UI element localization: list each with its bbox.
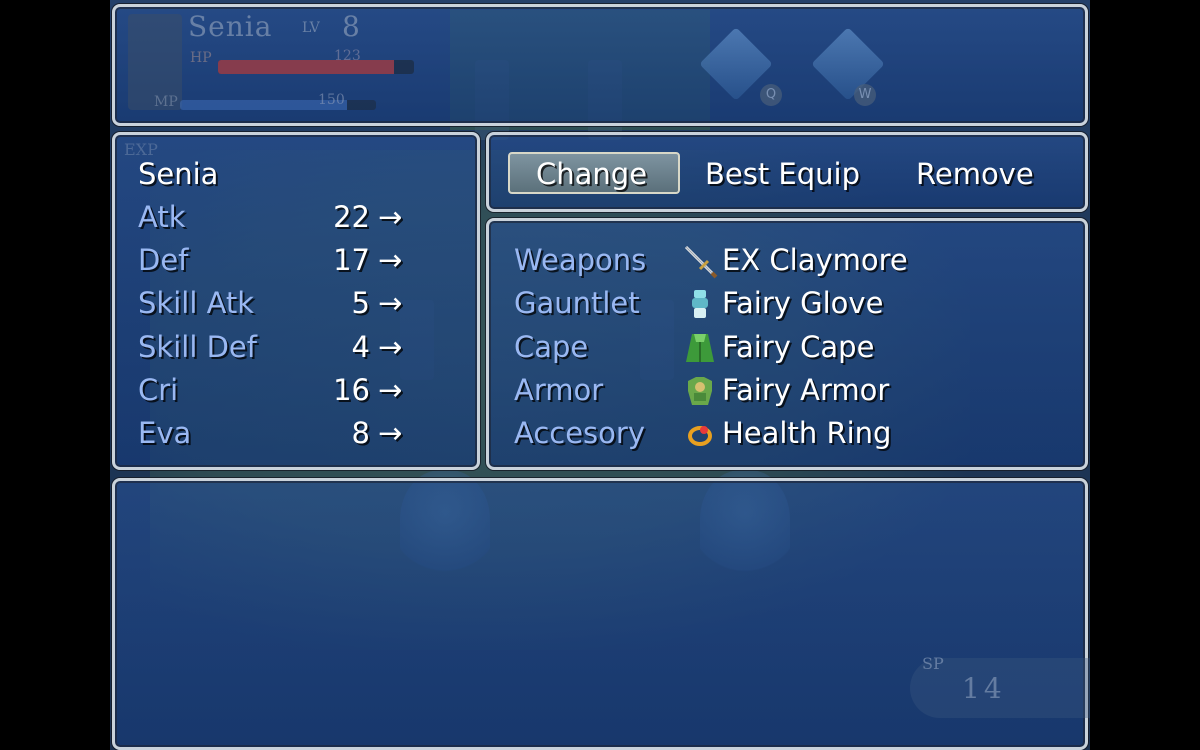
stat-value-cri: 16 bbox=[333, 373, 370, 407]
stat-value-skill-def: 4 bbox=[351, 330, 370, 364]
stat-arrow: → bbox=[378, 243, 403, 277]
ring-icon bbox=[688, 426, 712, 446]
item-name-accessory[interactable]: Health Ring bbox=[722, 416, 891, 450]
stat-arrow: → bbox=[378, 416, 403, 450]
stat-value-def: 17 bbox=[333, 243, 370, 277]
stat-label-eva: Eva bbox=[138, 416, 192, 450]
stat-value-skill-atk: 5 bbox=[351, 286, 370, 320]
item-name-gauntlet[interactable]: Fairy Glove bbox=[722, 286, 883, 320]
armor-icon bbox=[688, 377, 712, 405]
slot-label-gauntlet[interactable]: Gauntlet bbox=[514, 286, 640, 320]
glove-icon bbox=[692, 290, 708, 318]
hp-gauge bbox=[218, 60, 414, 74]
item-name-armor[interactable]: Fairy Armor bbox=[722, 373, 889, 407]
hp-gauge-fill bbox=[218, 60, 395, 74]
stat-arrow: → bbox=[378, 286, 403, 320]
sp-value: 14 bbox=[962, 672, 1006, 705]
slot-label-accessory[interactable]: Accesory bbox=[514, 416, 645, 450]
game-screen: Senia LV 8 HP 123 MP 150 Q W EXP Senia A… bbox=[110, 0, 1090, 750]
item-name-cape[interactable]: Fairy Cape bbox=[722, 330, 874, 364]
slot-label-weapons[interactable]: Weapons bbox=[514, 243, 646, 277]
hud-hp-label: HP bbox=[190, 50, 212, 66]
sword-icon bbox=[684, 245, 718, 279]
hud-level: 8 bbox=[342, 10, 360, 43]
stat-label-skill-def: Skill Def bbox=[138, 330, 257, 364]
hud-hp-value: 123 bbox=[334, 48, 361, 64]
slot-label-cape[interactable]: Cape bbox=[514, 330, 588, 364]
stat-label-skill-atk: Skill Atk bbox=[138, 286, 255, 320]
stat-label-atk: Atk bbox=[138, 200, 186, 234]
stat-label-def: Def bbox=[138, 243, 189, 277]
skill-key-w: W bbox=[854, 84, 876, 106]
sp-label: SP bbox=[922, 654, 944, 673]
hud-mp-value: 150 bbox=[318, 92, 345, 108]
stat-label-cri: Cri bbox=[138, 373, 179, 407]
stat-arrow: → bbox=[378, 330, 403, 364]
remove-command[interactable]: Remove bbox=[916, 157, 1034, 191]
change-command[interactable]: Change bbox=[536, 157, 647, 191]
best-equip-command[interactable]: Best Equip bbox=[705, 157, 860, 191]
stat-value-eva: 8 bbox=[351, 416, 370, 450]
hud-actor-name: Senia bbox=[188, 10, 273, 43]
slot-label-armor[interactable]: Armor bbox=[514, 373, 603, 407]
mp-gauge bbox=[180, 100, 376, 110]
item-name-weapon[interactable]: EX Claymore bbox=[722, 243, 908, 277]
stat-arrow: → bbox=[378, 200, 403, 234]
hud-mp-label: MP bbox=[154, 94, 178, 110]
stat-value-atk: 22 bbox=[333, 200, 370, 234]
cape-icon bbox=[686, 334, 714, 362]
hud-level-label: LV bbox=[302, 20, 320, 36]
stat-arrow: → bbox=[378, 373, 403, 407]
skill-key-q: Q bbox=[760, 84, 782, 106]
actor-name: Senia bbox=[138, 157, 219, 191]
